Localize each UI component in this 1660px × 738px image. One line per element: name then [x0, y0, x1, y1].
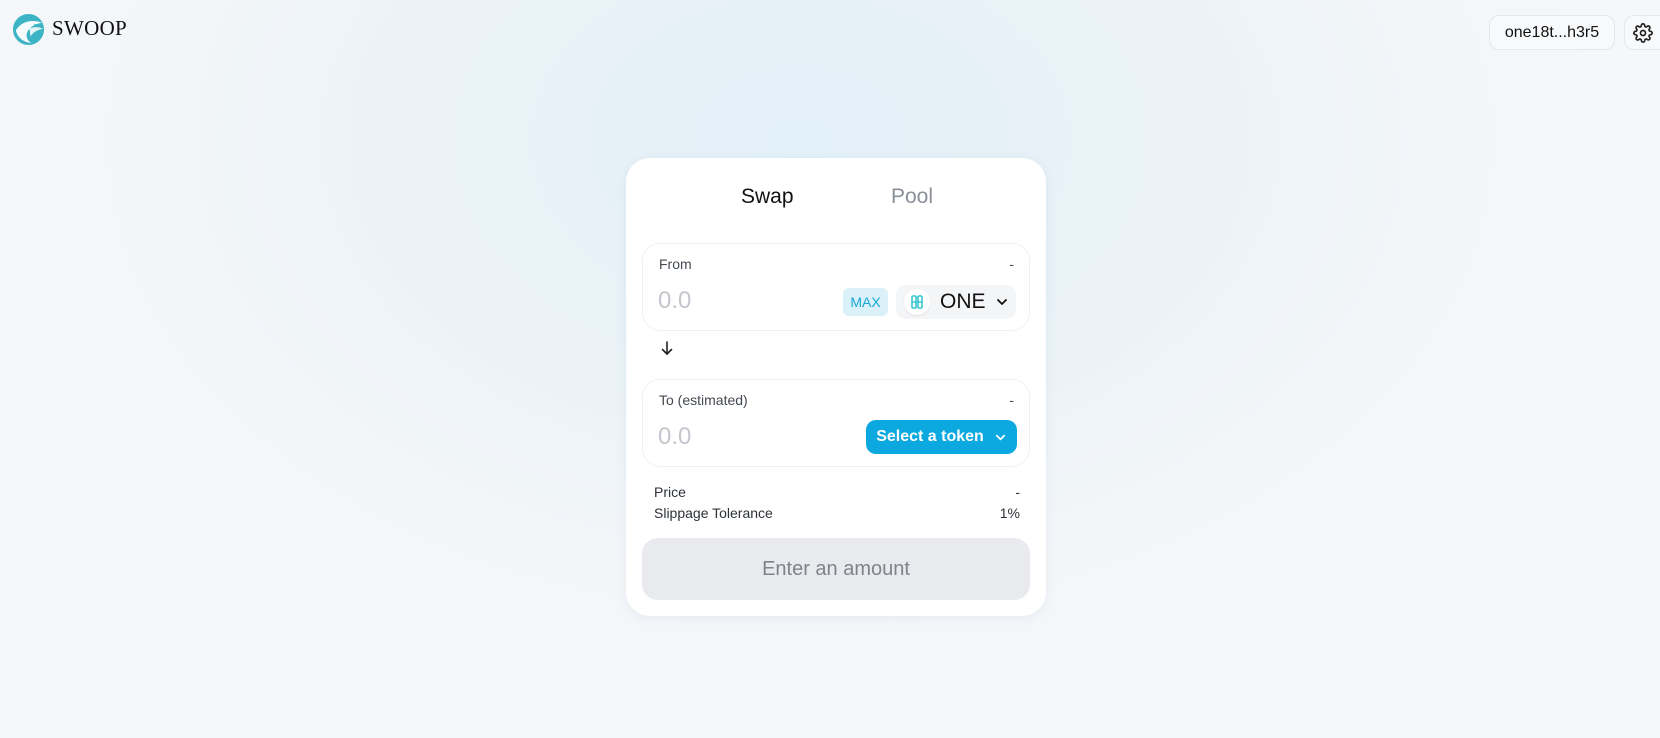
price-value: - — [1015, 484, 1020, 500]
from-amount-input[interactable] — [658, 284, 808, 318]
price-row: Price - — [654, 484, 1020, 500]
from-token-symbol: ONE — [940, 290, 986, 313]
enter-amount-button[interactable]: Enter an amount — [642, 538, 1030, 600]
swoop-bird-icon — [12, 13, 45, 46]
max-button[interactable]: MAX — [843, 288, 888, 316]
from-token-selector[interactable]: ONE — [896, 285, 1016, 319]
to-label: To (estimated) — [659, 392, 748, 408]
wallet-address: one18t...h3r5 — [1504, 23, 1600, 41]
to-panel: To (estimated) - Select a token — [642, 379, 1030, 467]
slippage-label: Slippage Tolerance — [654, 505, 773, 521]
select-token-button[interactable]: Select a token — [866, 420, 1017, 454]
to-balance: - — [1009, 392, 1014, 408]
arrow-down-icon[interactable] — [660, 340, 674, 356]
wallet-address-button[interactable]: one18t...h3r5 — [1489, 15, 1615, 50]
from-panel: From - MAX ONE — [642, 243, 1030, 331]
price-label: Price — [654, 484, 686, 500]
slippage-value: 1% — [999, 505, 1020, 521]
swap-card: Swap Pool From - MAX ONE — [626, 158, 1046, 616]
settings-button[interactable] — [1624, 15, 1660, 50]
tab-pool[interactable]: Pool — [891, 185, 933, 209]
chevron-down-icon — [995, 434, 1005, 440]
logo[interactable]: SWOOP — [12, 13, 127, 46]
harmony-one-icon — [904, 289, 930, 315]
slippage-row: Slippage Tolerance 1% — [654, 505, 1020, 521]
select-token-label: Select a token — [876, 428, 984, 445]
to-amount-input[interactable] — [658, 420, 808, 454]
chevron-down-icon — [996, 299, 1007, 305]
from-label: From — [659, 256, 692, 272]
brand-name: SWOOP — [52, 15, 128, 40]
gear-icon — [1632, 22, 1653, 43]
from-balance: - — [1009, 256, 1014, 272]
tab-swap[interactable]: Swap — [741, 185, 794, 209]
